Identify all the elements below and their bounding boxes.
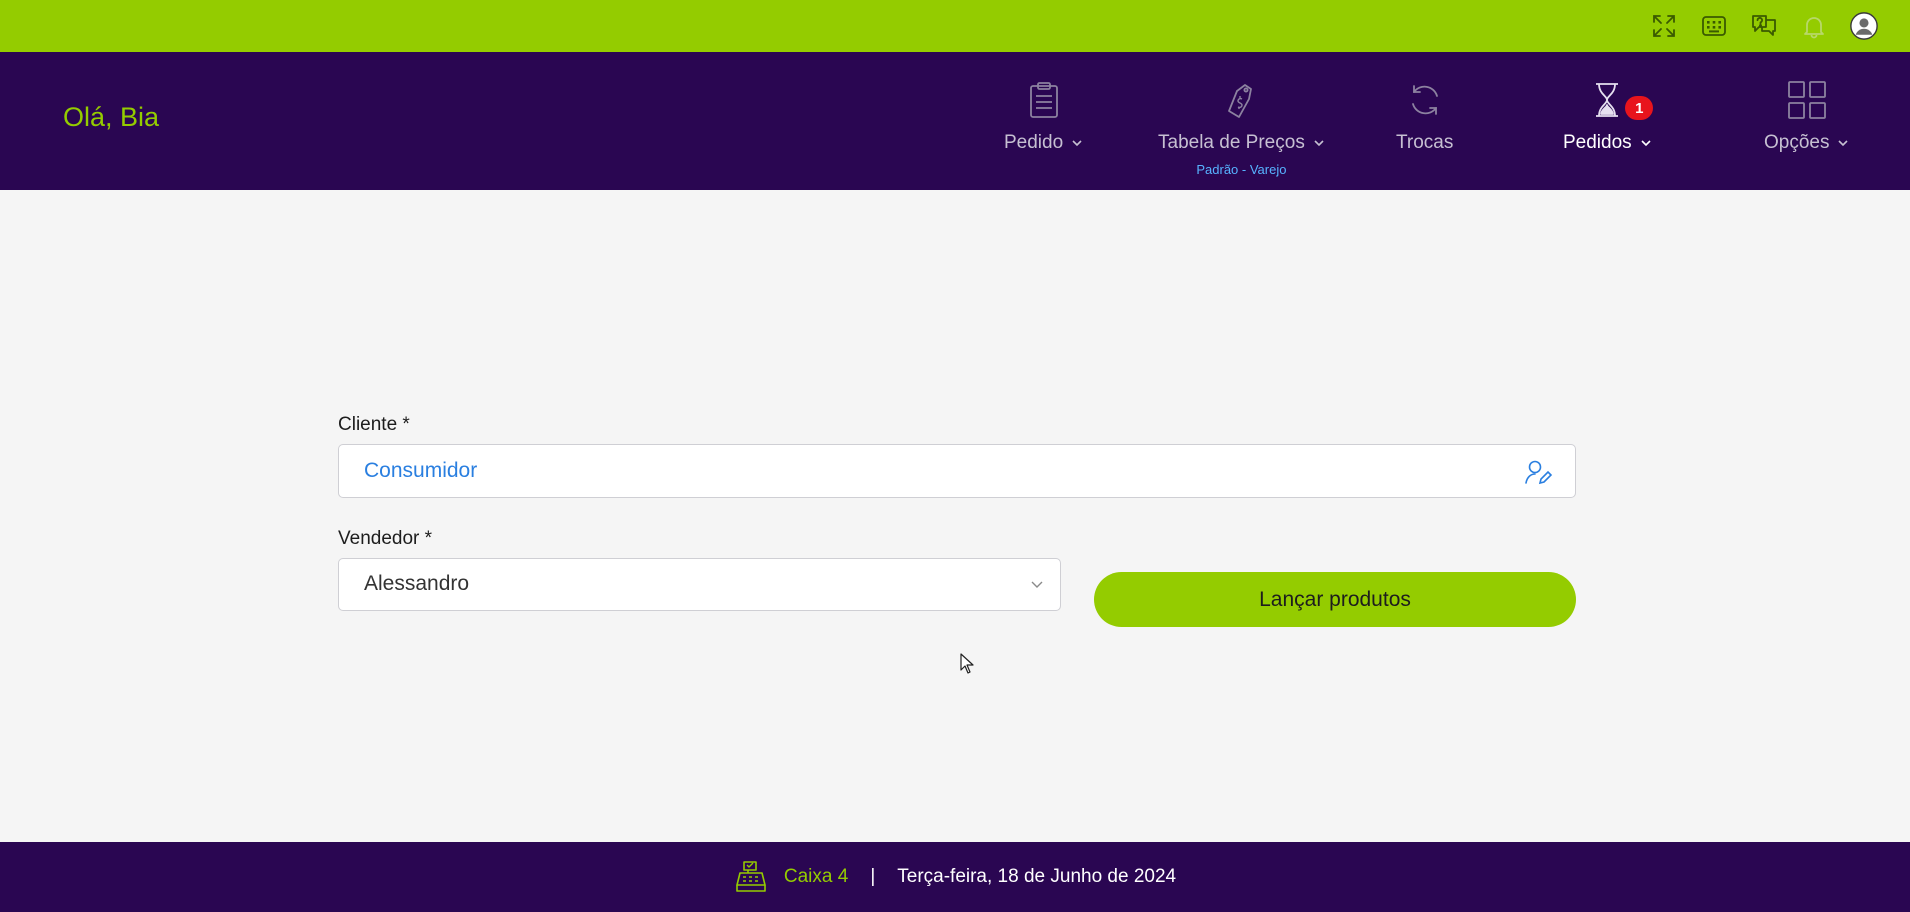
cliente-field[interactable]: Consumidor	[338, 444, 1576, 498]
nav-pedido[interactable]: Pedido	[1004, 78, 1083, 154]
vendedor-label: Vendedor *	[338, 528, 433, 549]
main-header: Olá, Bia Pedido Tabela de Preços Padrão …	[0, 52, 1910, 190]
orders-count-badge: 1	[1625, 96, 1654, 120]
price-tag-icon	[1219, 78, 1263, 122]
vendedor-value: Alessandro	[364, 572, 470, 595]
cliente-label: Cliente *	[338, 414, 410, 435]
nav-trocas-text: Trocas	[1396, 132, 1454, 153]
caixa-label: Caixa 4	[783, 866, 849, 887]
nav-trocas[interactable]: Trocas	[1396, 78, 1453, 154]
nav-pedido-label: Pedido	[1004, 132, 1083, 154]
nav-pedido-text: Pedido	[1004, 132, 1064, 153]
seller-row: Vendedor * Alessandro Lançar produtos	[338, 528, 1576, 627]
edit-customer-icon[interactable]	[1523, 457, 1553, 487]
launch-products-button[interactable]: Lançar produtos	[1094, 572, 1576, 627]
footer-separator: |	[870, 866, 876, 887]
chevron-down-icon	[1838, 140, 1849, 147]
nav-pedidos-text: Pedidos	[1563, 132, 1632, 153]
nav-opcoes-label: Opções	[1764, 132, 1849, 154]
keyboard-icon[interactable]	[1696, 8, 1732, 44]
top-bar	[0, 0, 1910, 52]
nav-pedidos-label: Pedidos	[1563, 132, 1652, 154]
top-bar-icons	[1646, 8, 1882, 44]
nav-tabela-precos-text: Tabela de Preços	[1158, 132, 1305, 153]
price-table-subtitle: Padrão - Varejo	[1196, 162, 1287, 177]
nav-tabela-precos-label: Tabela de Preços	[1158, 132, 1325, 154]
exchange-icon	[1403, 78, 1447, 122]
help-icon[interactable]	[1746, 8, 1782, 44]
cash-register-icon	[736, 861, 766, 892]
current-date: Terça-feira, 18 de Junho de 2024	[897, 866, 1177, 887]
nav-tabela-precos[interactable]: Tabela de Preços Padrão - Varejo	[1158, 78, 1325, 177]
greeting: Olá, Bia	[63, 102, 160, 132]
user-avatar-icon[interactable]	[1846, 8, 1882, 44]
mouse-cursor-icon	[960, 653, 974, 674]
hourglass-icon: 1	[1585, 78, 1654, 122]
status-footer: Caixa 4 | Terça-feira, 18 de Junho de 20…	[0, 842, 1910, 912]
nav-opcoes-text: Opções	[1764, 132, 1830, 153]
order-start-form: Cliente * Consumidor Vendedor * Alessand…	[338, 414, 1576, 627]
nav-trocas-label: Trocas	[1396, 132, 1453, 154]
vendedor-select[interactable]: Alessandro	[338, 558, 1061, 611]
clipboard-icon	[1022, 78, 1066, 122]
vendedor-group: Vendedor * Alessandro	[338, 528, 1061, 611]
chevron-down-icon	[1031, 581, 1043, 588]
fullscreen-icon[interactable]	[1646, 8, 1682, 44]
nav-opcoes[interactable]: Opções	[1764, 78, 1849, 154]
cliente-value: Consumidor	[364, 459, 478, 482]
chevron-down-icon	[1641, 140, 1651, 147]
grid-icon	[1785, 78, 1829, 122]
nav-pedidos[interactable]: 1 Pedidos	[1563, 78, 1654, 154]
chevron-down-icon	[1314, 140, 1324, 147]
bell-icon[interactable]	[1796, 8, 1832, 44]
chevron-down-icon	[1072, 140, 1082, 147]
